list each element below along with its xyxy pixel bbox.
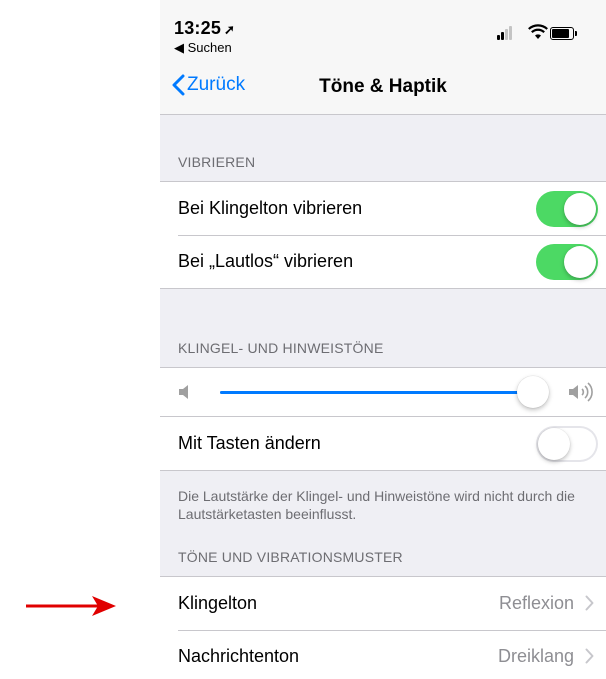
vibrate-group: Bei Klingelton vibrieren Bei „Lautlos“ v… (160, 181, 606, 289)
location-arrow-icon: ➚ (224, 22, 236, 37)
navigation-bar: Zurück Töne & Haptik (160, 60, 606, 115)
volume-slider-row (160, 368, 606, 416)
section-header-sounds: TÖNE UND VIBRATIONSMUSTER (178, 549, 403, 565)
vibrate-ringtone-label: Bei Klingelton vibrieren (178, 198, 363, 218)
signal-icon (494, 24, 516, 40)
section-header-ringer: KLINGEL- UND HINWEISTÖNE (178, 340, 384, 356)
volume-slider-thumb[interactable] (516, 376, 549, 408)
sounds-group: Klingelton Reflexion Nachrichtenton Drei… (160, 576, 606, 679)
status-bar: 13:25 ➚ ◀ Suchen (160, 0, 606, 60)
ringer-footer-note: Die Lautstärke der Klingel- und Hinweist… (178, 488, 575, 522)
battery-icon (550, 27, 577, 40)
page-title: Töne & Haptik (319, 76, 447, 97)
chevron-right-icon (585, 595, 594, 611)
vibrate-silent-toggle[interactable] (536, 244, 598, 280)
back-to-app-link[interactable]: ◀ Suchen (174, 40, 232, 56)
vibrate-ringtone-row: Bei Klingelton vibrieren (160, 182, 606, 235)
ringtone-label: Klingelton (178, 593, 258, 613)
chevron-right-icon (585, 648, 594, 664)
volume-slider[interactable] (220, 376, 549, 408)
volume-low-icon (179, 385, 188, 399)
message-tone-label: Nachrichtenton (178, 646, 300, 666)
ringtone-value: Reflexion (498, 593, 574, 613)
message-tone-row[interactable]: Nachrichtenton Dreiklang (160, 630, 606, 679)
change-with-buttons-label: Mit Tasten ändern (178, 433, 321, 453)
status-time: 13:25 ➚ (174, 18, 236, 38)
settings-screen: 13:25 ➚ ◀ Suchen Zurück Töne & Haptik VI… (160, 0, 606, 679)
vibrate-ringtone-toggle[interactable] (536, 191, 598, 227)
change-with-buttons-toggle[interactable] (536, 426, 598, 462)
ringer-group: Mit Tasten ändern (160, 367, 606, 471)
change-with-buttons-row: Mit Tasten ändern (160, 416, 606, 470)
ringtone-row[interactable]: Klingelton Reflexion (160, 577, 606, 630)
message-tone-value: Dreiklang (497, 646, 574, 666)
annotation-arrow (26, 596, 116, 616)
volume-high-icon (569, 382, 593, 402)
vibrate-silent-label: Bei „Lautlos“ vibrieren (178, 251, 354, 271)
vibrate-silent-row: Bei „Lautlos“ vibrieren (160, 235, 606, 288)
status-icons (494, 24, 594, 44)
section-header-vibrate: VIBRIEREN (178, 154, 256, 170)
wifi-icon (528, 24, 548, 39)
